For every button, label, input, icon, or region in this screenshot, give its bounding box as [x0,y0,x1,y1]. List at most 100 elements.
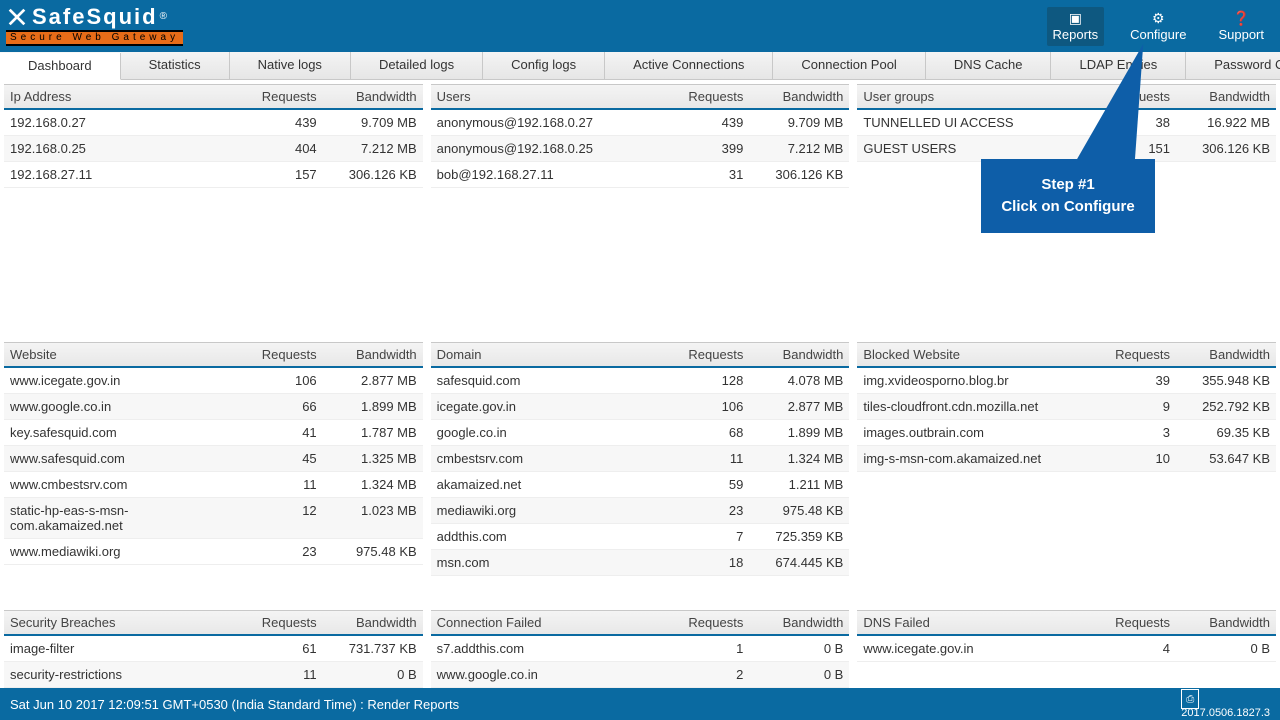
table-row[interactable]: www.google.co.in20 B [431,662,850,688]
cell-name: img-s-msn-com.akamaized.net [857,446,1086,471]
panel-dnsfail: DNS Failed Requests Bandwidth www.icegat… [857,610,1276,688]
panel-ip-title: Ip Address [4,85,233,108]
cell-name: msn.com [431,550,660,575]
cell-bandwidth: 731.737 KB [323,636,423,661]
table-row[interactable]: bob@192.168.27.1131306.126 KB [431,162,850,188]
table-row[interactable]: www.icegate.gov.in1062.877 MB [4,368,423,394]
cell-name: static-hp-eas-s-msn-com.akamaized.net [4,498,233,538]
footer-version: 2017.0506.1827.3 [1181,707,1270,719]
table-row[interactable]: 192.168.0.254047.212 MB [4,136,423,162]
table-row[interactable]: key.safesquid.com411.787 MB [4,420,423,446]
cell-requests: 23 [659,498,749,523]
cell-requests: 61 [233,636,323,661]
tab-dashboard[interactable]: Dashboard [0,53,121,80]
chart-icon: ▣ [1069,11,1082,25]
tab-connection-pool[interactable]: Connection Pool [773,52,925,79]
panel-connfail: Connection Failed Requests Bandwidth s7.… [431,610,850,688]
cell-bandwidth: 1.023 MB [323,498,423,538]
cell-name: icegate.gov.in [431,394,660,419]
table-row[interactable]: safesquid.com1284.078 MB [431,368,850,394]
table-row[interactable]: tiles-cloudfront.cdn.mozilla.net9252.792… [857,394,1276,420]
cell-name: 192.168.0.27 [4,110,233,135]
table-row[interactable]: icegate.gov.in1062.877 MB [431,394,850,420]
table-row[interactable]: www.icegate.gov.in40 B [857,636,1276,662]
callout-line2: Click on Configure [992,196,1144,218]
table-row[interactable]: img.xvideosporno.blog.br39355.948 KB [857,368,1276,394]
cell-requests: 10 [1086,446,1176,471]
cell-bandwidth: 7.212 MB [749,136,849,161]
table-row[interactable]: anonymous@192.168.0.274399.709 MB [431,110,850,136]
cell-name: images.outbrain.com [857,420,1086,445]
nav-support[interactable]: ❓ Support [1212,7,1270,46]
cell-bandwidth: 4.078 MB [749,368,849,393]
cell-name: www.icegate.gov.in [4,368,233,393]
table-row[interactable]: image-filter61731.737 KB [4,636,423,662]
table-row[interactable]: anonymous@192.168.0.253997.212 MB [431,136,850,162]
cell-requests: 1 [659,636,749,661]
cell-bandwidth: 1.324 MB [323,472,423,497]
top-header: SafeSquid ® Secure Web Gateway ▣ Reports… [0,0,1280,52]
table-row[interactable]: www.google.co.in661.899 MB [4,394,423,420]
cell-name: www.cmbestsrv.com [4,472,233,497]
cell-name: 192.168.0.25 [4,136,233,161]
tab-statistics[interactable]: Statistics [121,52,230,79]
table-row[interactable]: mediawiki.org23975.48 KB [431,498,850,524]
table-row[interactable]: static-hp-eas-s-msn-com.akamaized.net121… [4,498,423,539]
table-row[interactable]: s7.addthis.com10 B [431,636,850,662]
cell-name: TUNNELLED UI ACCESS [857,110,1086,135]
table-row[interactable]: www.cmbestsrv.com111.324 MB [4,472,423,498]
tab-native-logs[interactable]: Native logs [230,52,351,79]
table-row[interactable]: GUEST USERS151306.126 KB [857,136,1276,162]
cell-bandwidth: 1.787 MB [323,420,423,445]
panel-breach: Security Breaches Requests Bandwidth ima… [4,610,423,688]
cell-requests: 18 [659,550,749,575]
cell-requests: 68 [659,420,749,445]
gears-icon: ⚙ [1152,11,1165,25]
table-row[interactable]: msn.com18674.445 KB [431,550,850,576]
cell-requests: 106 [233,368,323,393]
cell-name: www.safesquid.com [4,446,233,471]
cell-bandwidth: 355.948 KB [1176,368,1276,393]
table-row[interactable]: www.mediawiki.org23975.48 KB [4,539,423,565]
table-row[interactable]: img-s-msn-com.akamaized.net1053.647 KB [857,446,1276,472]
panel-connfail-title: Connection Failed [431,611,660,634]
table-row[interactable]: 192.168.0.274399.709 MB [4,110,423,136]
nav-configure[interactable]: ⚙ Configure [1124,7,1192,46]
table-row[interactable]: cmbestsrv.com111.324 MB [431,446,850,472]
tab-detailed-logs[interactable]: Detailed logs [351,52,483,79]
cell-bandwidth: 9.709 MB [749,110,849,135]
table-row[interactable]: TUNNELLED UI ACCESS3816.922 MB [857,110,1276,136]
cell-name: www.mediawiki.org [4,539,233,564]
cell-requests: 7 [659,524,749,549]
table-row[interactable]: security-restrictions110 B [4,662,423,688]
cell-requests: 45 [233,446,323,471]
table-row[interactable]: addthis.com7725.359 KB [431,524,850,550]
tab-dns-cache[interactable]: DNS Cache [926,52,1052,79]
table-row[interactable]: 192.168.27.11157306.126 KB [4,162,423,188]
cell-name: cmbestsrv.com [431,446,660,471]
cell-requests: 128 [659,368,749,393]
cell-bandwidth: 306.126 KB [323,162,423,187]
tab-active-connections[interactable]: Active Connections [605,52,773,79]
cell-bandwidth: 1.899 MB [749,420,849,445]
panel-col-2: Users Requests Bandwidth anonymous@192.1… [431,84,850,688]
table-row[interactable]: images.outbrain.com369.35 KB [857,420,1276,446]
cell-requests: 31 [659,162,749,187]
cell-requests: 439 [659,110,749,135]
cell-bandwidth: 306.126 KB [1176,136,1276,161]
table-row[interactable]: google.co.in681.899 MB [431,420,850,446]
cell-requests: 11 [233,662,323,687]
tab-config-logs[interactable]: Config logs [483,52,605,79]
cell-bandwidth: 0 B [749,662,849,687]
panel-users-title: Users [431,85,660,108]
nav-reports[interactable]: ▣ Reports [1047,7,1105,46]
tab-password-cache[interactable]: Password Cache [1186,52,1280,79]
logo-registered: ® [160,12,167,22]
pdf-icon[interactable]: ⎙ [1181,689,1199,709]
table-row[interactable]: akamaized.net591.211 MB [431,472,850,498]
help-icon: ❓ [1233,11,1250,25]
cell-requests: 399 [659,136,749,161]
table-row[interactable]: www.safesquid.com451.325 MB [4,446,423,472]
cell-requests: 9 [1086,394,1176,419]
cell-requests: 106 [659,394,749,419]
